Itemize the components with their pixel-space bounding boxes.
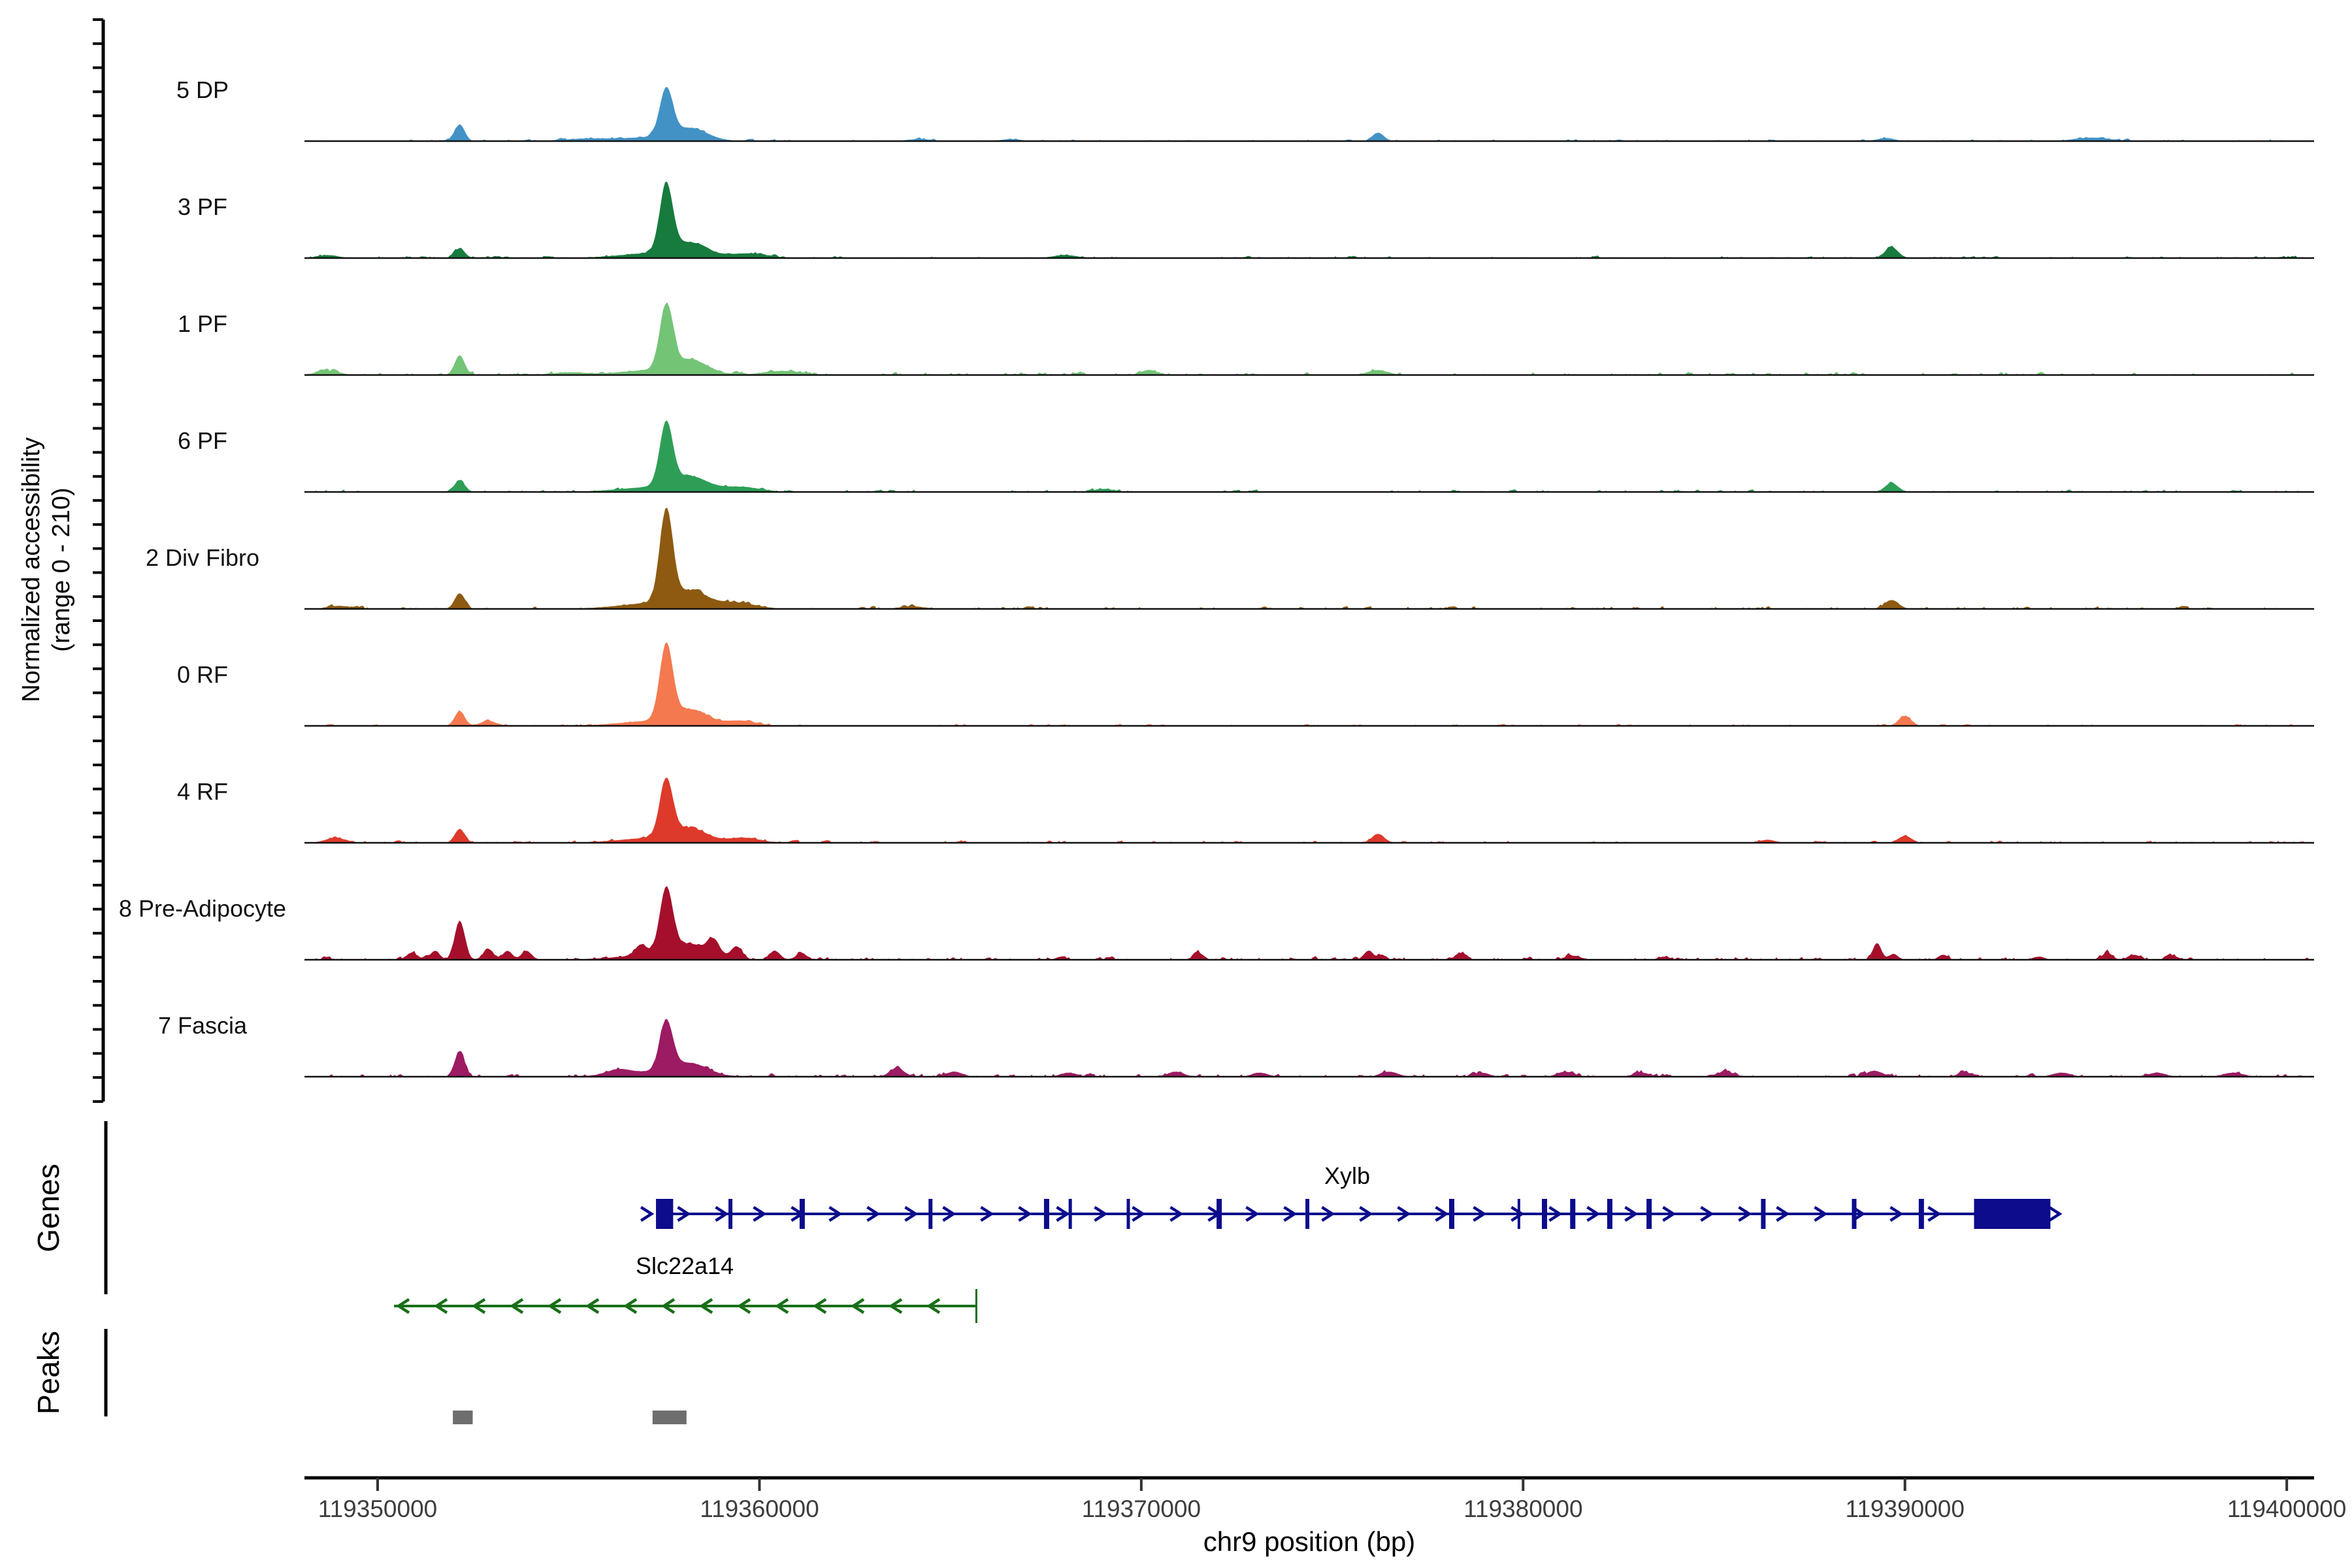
track-label-1-pf: 1 PF [178, 310, 227, 337]
signal-track-6-pf [304, 421, 2314, 493]
track-label-8-pre-adipocyte: 8 Pre-Adipocyte [119, 895, 286, 922]
y-axis-label-line2: (range 0 - 210) [48, 487, 75, 651]
track-label-6-pf: 6 PF [178, 427, 227, 454]
signal-track-2-div-fibro [304, 508, 2314, 609]
x-tick-label: 119400000 [2227, 1495, 2346, 1522]
gene-label-xylb: Xylb [1324, 1162, 1370, 1189]
signal-track-4-rf [304, 777, 2314, 843]
track-label-7-fascia: 7 Fascia [158, 1012, 248, 1039]
x-axis-title: chr9 position (bp) [1203, 1526, 1416, 1557]
strand-arrow [642, 1208, 651, 1220]
peak-calls-track [453, 1411, 687, 1424]
last-exon-box [1974, 1199, 2051, 1229]
genes-section-label: Genes [31, 1164, 65, 1252]
y-axis-ruler [93, 20, 103, 1102]
peaks-section-label: Peaks [31, 1331, 65, 1414]
genome-browser-svg: 5 DP 3 PF 1 PF 6 PF 2 Div Fibro 0 RF 4 RF 8 Pre… [0, 0, 2352, 1568]
track-label-4-rf: 4 RF [177, 778, 228, 805]
track-label-3-pf: 3 PF [178, 193, 227, 220]
track-label-5-dp: 5 DP [176, 76, 229, 103]
x-tick-label: 119390000 [1845, 1495, 1964, 1522]
x-tick-label: 119380000 [1463, 1495, 1582, 1522]
signal-track-8-pre-adipocyte [304, 886, 2314, 960]
x-tick-label: 119350000 [318, 1495, 437, 1522]
first-exon-box [656, 1199, 673, 1229]
signal-track-3-pf [304, 182, 2314, 258]
accessibility-tracks: 5 DP 3 PF 1 PF 6 PF 2 Div Fibro 0 RF 4 RF 8 Pre… [119, 76, 2314, 1077]
x-axis: 119350000 119360000 119370000 119380000 1193… [304, 1478, 2346, 1522]
signal-track-1-pf [304, 302, 2314, 375]
gene-label-slc22a14: Slc22a14 [636, 1252, 734, 1279]
track-label-0-rf: 0 RF [177, 661, 228, 688]
gene-slc22a14 [394, 1289, 976, 1323]
called-peak [653, 1411, 687, 1424]
genome-browser-figure: 5 DP 3 PF 1 PF 6 PF 2 Div Fibro 0 RF 4 RF 8 Pre… [0, 0, 2352, 1568]
strand-arrow [2050, 1208, 2059, 1220]
gene-xylb [642, 1199, 2059, 1229]
x-tick-label: 119370000 [1082, 1495, 1201, 1522]
x-tick-label: 119360000 [700, 1495, 819, 1522]
y-axis-label-line1: Normalized accessibility [18, 437, 45, 702]
track-label-2-div-fibro: 2 Div Fibro [146, 544, 259, 571]
signal-track-0-rf [304, 642, 2314, 726]
called-peak [453, 1411, 472, 1424]
signal-track-5-dp [304, 87, 2314, 141]
signal-track-7-fascia [304, 1019, 2314, 1077]
